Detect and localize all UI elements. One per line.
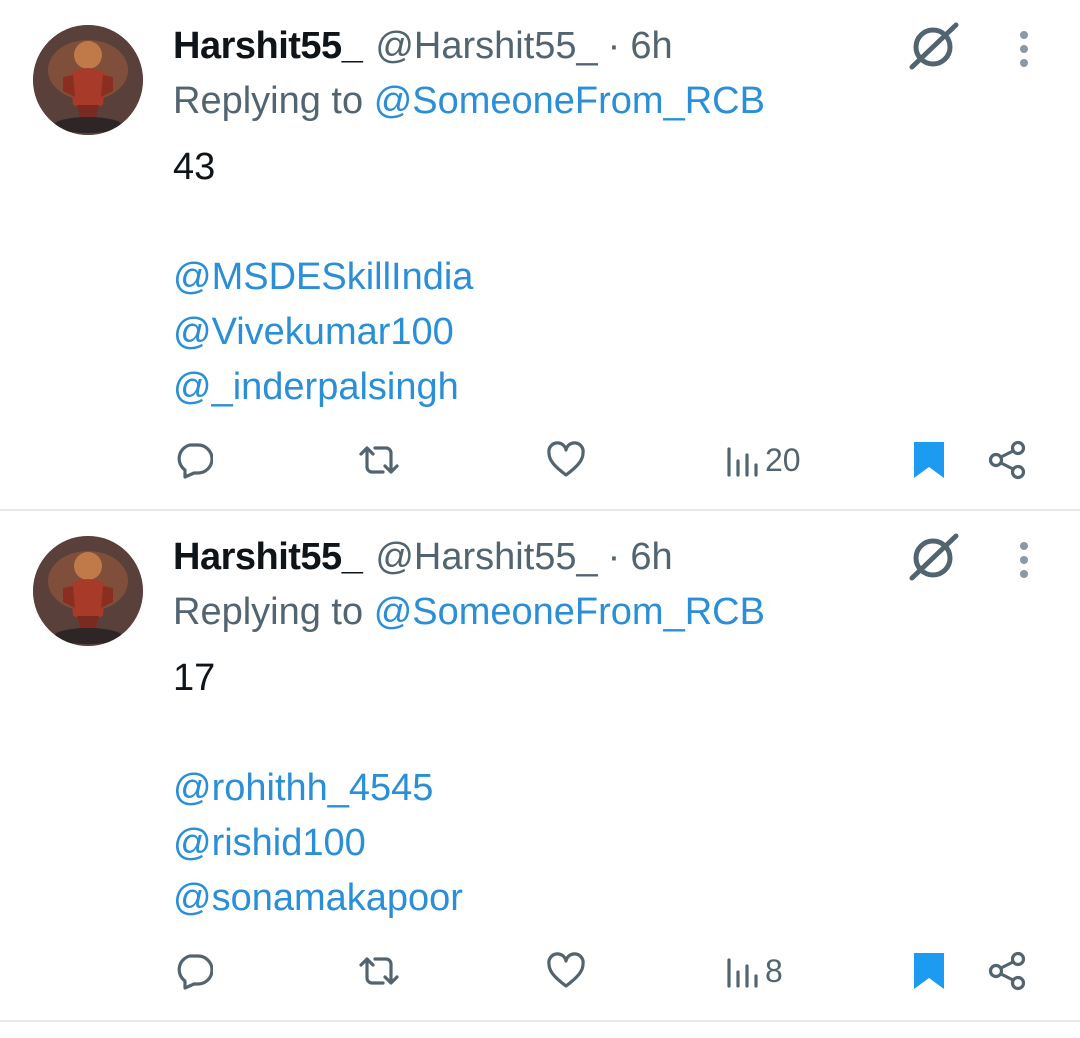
share-icon (988, 440, 1026, 480)
avatar[interactable] (33, 536, 143, 646)
separator-dot: · (607, 535, 621, 578)
reply-icon (177, 954, 213, 990)
replying-prefix: Replying to (173, 591, 364, 633)
views-icon (727, 958, 758, 988)
like-icon (547, 441, 585, 477)
tweet-header: Harshit55_ @Harshit55_ · 6h (173, 533, 673, 581)
display-name[interactable]: Harshit55_ (173, 25, 363, 68)
like-button[interactable] (546, 941, 586, 1001)
replying-prefix: Replying to (173, 80, 364, 122)
user-handle[interactable]: @Harshit55_ (375, 25, 597, 68)
tweet[interactable]: Harshit55_ @Harshit55_ · 6h Replying to … (0, 0, 1080, 511)
share-button[interactable] (987, 941, 1027, 1001)
mention-list: @rohithh_4545 @rishid100 @sonamakapoor (173, 761, 463, 926)
replying-to: Replying to @SomeoneFrom_RCB (173, 591, 765, 634)
more-icon[interactable] (1010, 28, 1038, 70)
replying-to-link[interactable]: @SomeoneFrom_RCB (374, 80, 765, 122)
like-icon (547, 952, 585, 988)
views-icon (727, 447, 758, 477)
views-button[interactable]: 20 (725, 430, 801, 490)
mention-list: @MSDESkillIndia @Vivekumar100 @_inderpal… (173, 250, 473, 415)
views-count: 20 (765, 441, 801, 478)
reply-button[interactable] (175, 430, 213, 490)
action-bar: 20 (0, 430, 1080, 490)
bookmark-button[interactable] (912, 941, 946, 1001)
more-icon[interactable] (1010, 539, 1038, 581)
views-count: 8 (765, 952, 783, 989)
tweet-text: 17 (173, 657, 216, 699)
bookmark-icon (914, 953, 944, 989)
reply-button[interactable] (175, 941, 213, 1001)
reply-icon (177, 443, 213, 479)
avatar-image (33, 25, 143, 135)
retweet-button[interactable] (357, 430, 401, 490)
timestamp[interactable]: 6h (630, 25, 672, 68)
mention-link[interactable]: @Vivekumar100 (173, 305, 473, 360)
tweet-header: Harshit55_ @Harshit55_ · 6h (173, 22, 673, 70)
share-button[interactable] (987, 430, 1027, 490)
bookmark-icon (914, 442, 944, 478)
mention-link[interactable]: @rohithh_4545 (173, 761, 463, 816)
grok-icon[interactable] (906, 531, 962, 583)
tweet-text: 43 (173, 146, 216, 188)
mention-link[interactable]: @sonamakapoor (173, 871, 463, 926)
user-handle[interactable]: @Harshit55_ (375, 536, 597, 579)
mention-link[interactable]: @rishid100 (173, 816, 463, 871)
like-button[interactable] (546, 430, 586, 490)
action-bar: 8 (0, 941, 1080, 1001)
tweet[interactable]: Harshit55_ @Harshit55_ · 6h Replying to … (0, 511, 1080, 1022)
avatar-image (33, 536, 143, 646)
separator-dot: · (607, 24, 621, 67)
avatar[interactable] (33, 25, 143, 135)
retweet-icon (359, 446, 399, 474)
bookmark-button[interactable] (912, 430, 946, 490)
timestamp[interactable]: 6h (630, 536, 672, 579)
mention-link[interactable]: @MSDESkillIndia (173, 250, 473, 305)
replying-to-link[interactable]: @SomeoneFrom_RCB (374, 591, 765, 633)
retweet-button[interactable] (357, 941, 401, 1001)
display-name[interactable]: Harshit55_ (173, 536, 363, 579)
replying-to: Replying to @SomeoneFrom_RCB (173, 80, 765, 123)
grok-icon[interactable] (906, 20, 962, 72)
retweet-icon (359, 957, 399, 985)
mention-link[interactable]: @_inderpalsingh (173, 360, 473, 415)
share-icon (988, 951, 1026, 991)
views-button[interactable]: 8 (725, 941, 783, 1001)
